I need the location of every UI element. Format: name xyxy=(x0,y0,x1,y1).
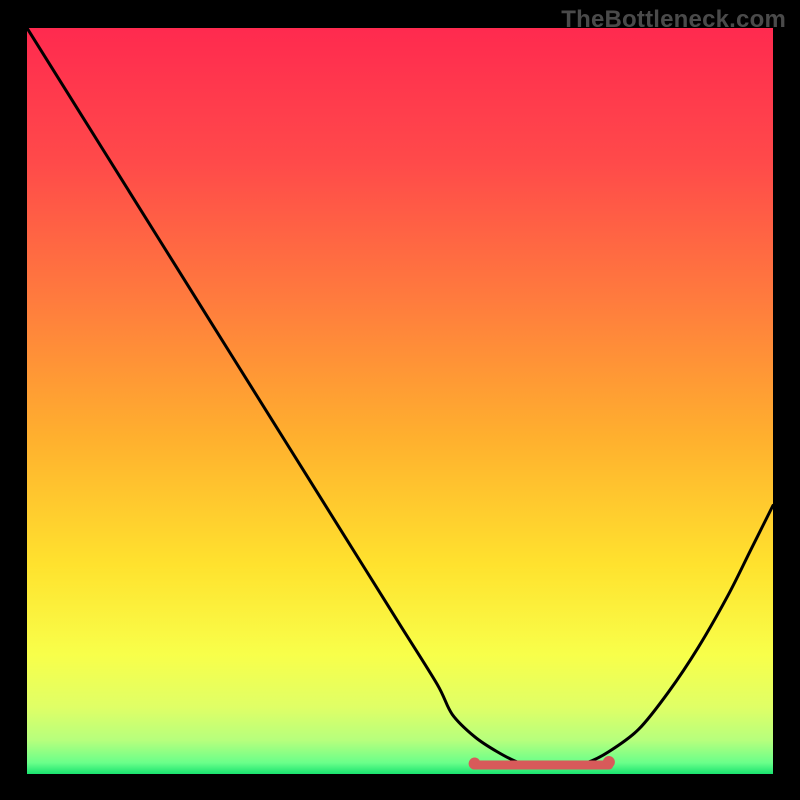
optimal-zone-marker-left xyxy=(469,758,481,770)
chart-svg xyxy=(27,28,773,774)
optimal-zone-marker-right xyxy=(603,756,615,768)
watermark-text: TheBottleneck.com xyxy=(561,6,786,34)
bottleneck-plot xyxy=(27,28,773,774)
gradient-background xyxy=(27,28,773,774)
chart-frame: TheBottleneck.com xyxy=(0,0,800,800)
